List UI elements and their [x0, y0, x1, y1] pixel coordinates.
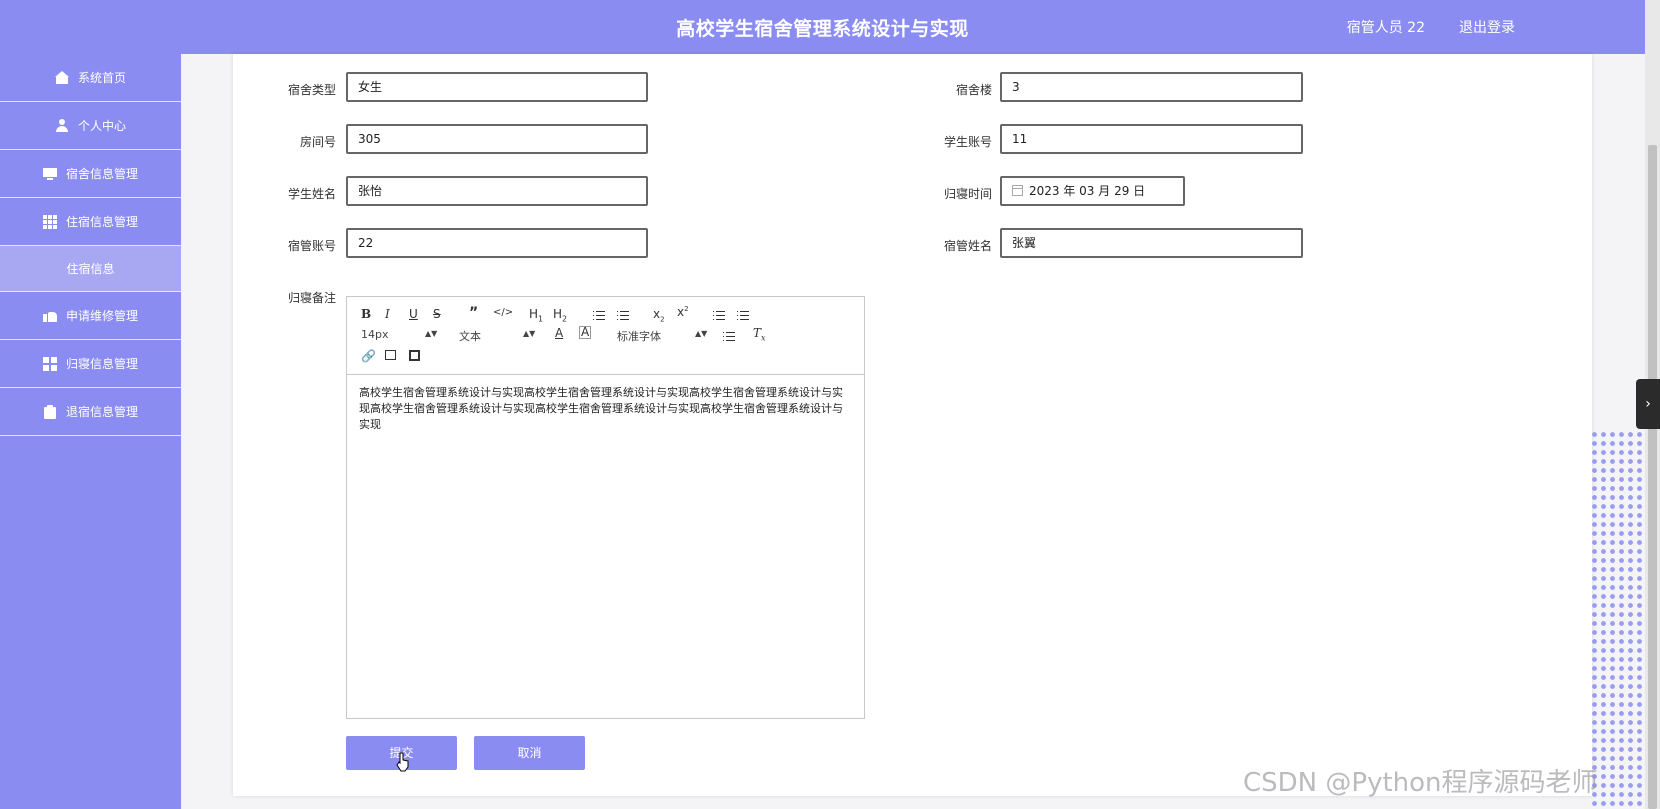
indent-icon	[737, 310, 749, 320]
monitor-icon	[42, 167, 57, 181]
return-time-field[interactable]: 2023 年 03 月 29 日	[1000, 176, 1185, 206]
grid4-icon	[42, 356, 57, 371]
ordered-list-icon	[593, 310, 605, 320]
sidebar-item-home[interactable]: 系统首页	[0, 54, 181, 102]
background-color-button[interactable]: A	[579, 326, 592, 339]
video-button[interactable]	[409, 350, 420, 361]
align-left-icon	[723, 331, 735, 341]
editor-content[interactable]: 高校学生宿舍管理系统设计与实现高校学生宿舍管理系统设计与实现高校学生宿舍管理系统…	[347, 375, 864, 443]
user-icon	[55, 118, 69, 133]
font-size-value: 14px	[361, 328, 389, 341]
sidebar-item-lodging[interactable]: 住宿信息管理	[0, 198, 181, 246]
select-caret-icon: ▲▼	[523, 329, 536, 338]
code-button[interactable]: </>	[493, 307, 513, 318]
clipboard-icon	[43, 404, 57, 419]
dorm-type-field[interactable]: 女生	[346, 72, 648, 102]
sidebar-item-label: 个人中心	[77, 119, 126, 133]
font-color-button[interactable]: A	[555, 326, 563, 340]
sidebar-item-dorm-info[interactable]: 宿舍信息管理	[0, 150, 181, 198]
calendar-icon	[1012, 185, 1023, 196]
select-caret-icon: ▲▼	[425, 329, 438, 338]
return-time-label: 归寝时间	[943, 187, 992, 201]
subscript-button[interactable]: x2	[653, 307, 665, 323]
indent-button[interactable]	[737, 309, 749, 323]
sidebar-subitem-lodging-info[interactable]: 住宿信息	[0, 246, 181, 292]
sidebar: 系统首页 个人中心 宿舍信息管理 住宿信息管理 住宿信息 申请维修管理 归寝信息…	[0, 54, 181, 809]
sidebar-item-checkout[interactable]: 退宿信息管理	[0, 388, 181, 436]
align-button[interactable]	[723, 330, 735, 344]
outdent-button[interactable]	[713, 309, 725, 323]
dorm-type-label: 宿舍类型	[287, 83, 336, 97]
sidebar-item-repair[interactable]: 申请维修管理	[0, 292, 181, 340]
decorative-dot-pattern	[1590, 430, 1645, 809]
font-family-select[interactable]: 标准字体 ▲▼	[617, 328, 707, 344]
sidebar-item-label: 宿舍信息管理	[65, 167, 138, 181]
editor-toolbar: B I U S ” </> H1 H2 x2 x2 14px ▲▼ 文本 ▲▼ A …	[347, 297, 864, 375]
heading2-button[interactable]: H2	[553, 307, 567, 323]
thumbs-up-icon	[42, 309, 57, 323]
bullet-list-icon	[617, 310, 629, 320]
sidebar-item-label: 归寝信息管理	[65, 357, 138, 371]
manager-name-label: 宿管姓名	[943, 239, 992, 253]
home-icon	[54, 70, 69, 85]
heading1-button[interactable]: H1	[529, 307, 543, 323]
image-button[interactable]	[385, 350, 396, 360]
side-drawer-toggle[interactable]: ›	[1636, 379, 1660, 429]
block-type-value: 文本	[459, 330, 481, 343]
building-label: 宿舍楼	[955, 83, 992, 97]
watermark-text: CSDN @Python程序源码老师	[1243, 768, 1598, 798]
sidebar-item-label: 住宿信息管理	[65, 215, 138, 229]
room-field[interactable]: 305	[346, 124, 648, 154]
font-size-select[interactable]: 14px ▲▼	[361, 328, 437, 341]
student-name-field[interactable]: 张怡	[346, 176, 648, 206]
blockquote-button[interactable]: ”	[469, 305, 478, 321]
bold-button[interactable]: B	[361, 307, 371, 321]
top-header-bar: 高校学生宿舍管理系统设计与实现 宿管人员 22 退出登录	[0, 0, 1645, 54]
manager-name-field[interactable]: 张翼	[1000, 228, 1303, 258]
bullet-list-button[interactable]	[617, 309, 629, 323]
underline-button[interactable]: U	[409, 307, 418, 321]
sidebar-item-label: 系统首页	[77, 71, 126, 85]
chevron-right-icon: ›	[1645, 396, 1651, 412]
sidebar-item-label: 申请维修管理	[65, 309, 138, 323]
scrollbar-thumb[interactable]	[1648, 145, 1657, 809]
manager-account-label: 宿管账号	[287, 239, 336, 253]
block-type-select[interactable]: 文本 ▲▼	[459, 328, 535, 344]
sidebar-item-label: 退宿信息管理	[65, 405, 138, 419]
superscript-button[interactable]: x2	[677, 305, 689, 319]
sidebar-item-profile[interactable]: 个人中心	[0, 102, 181, 150]
remark-label: 归寝备注	[287, 291, 336, 305]
manager-account-field[interactable]: 22	[346, 228, 648, 258]
rich-text-editor: B I U S ” </> H1 H2 x2 x2 14px ▲▼ 文本 ▲▼ A …	[346, 296, 865, 719]
select-caret-icon: ▲▼	[695, 329, 708, 338]
student-account-field[interactable]: 11	[1000, 124, 1303, 154]
font-family-value: 标准字体	[617, 330, 661, 343]
mouse-pointer-icon	[396, 752, 409, 772]
clear-format-button[interactable]: Tx	[753, 326, 766, 342]
sidebar-item-return[interactable]: 归寝信息管理	[0, 340, 181, 388]
building-field[interactable]: 3	[1000, 72, 1303, 102]
current-user-label: 宿管人员 22	[1346, 20, 1425, 36]
strikethrough-button[interactable]: S	[433, 307, 441, 321]
student-account-label: 学生账号	[943, 135, 992, 149]
link-button[interactable]: 🔗	[361, 349, 376, 363]
return-time-value: 2023 年 03 月 29 日	[1029, 184, 1146, 198]
room-label: 房间号	[299, 135, 336, 149]
ordered-list-button[interactable]	[593, 309, 605, 323]
outdent-icon	[713, 310, 725, 320]
sidebar-item-label: 住宿信息	[66, 262, 115, 276]
italic-button[interactable]: I	[385, 307, 390, 321]
cancel-button[interactable]: 取消	[474, 736, 585, 770]
student-name-label: 学生姓名	[287, 187, 336, 201]
grid-icon	[42, 214, 57, 229]
logout-link[interactable]: 退出登录	[1459, 17, 1515, 37]
